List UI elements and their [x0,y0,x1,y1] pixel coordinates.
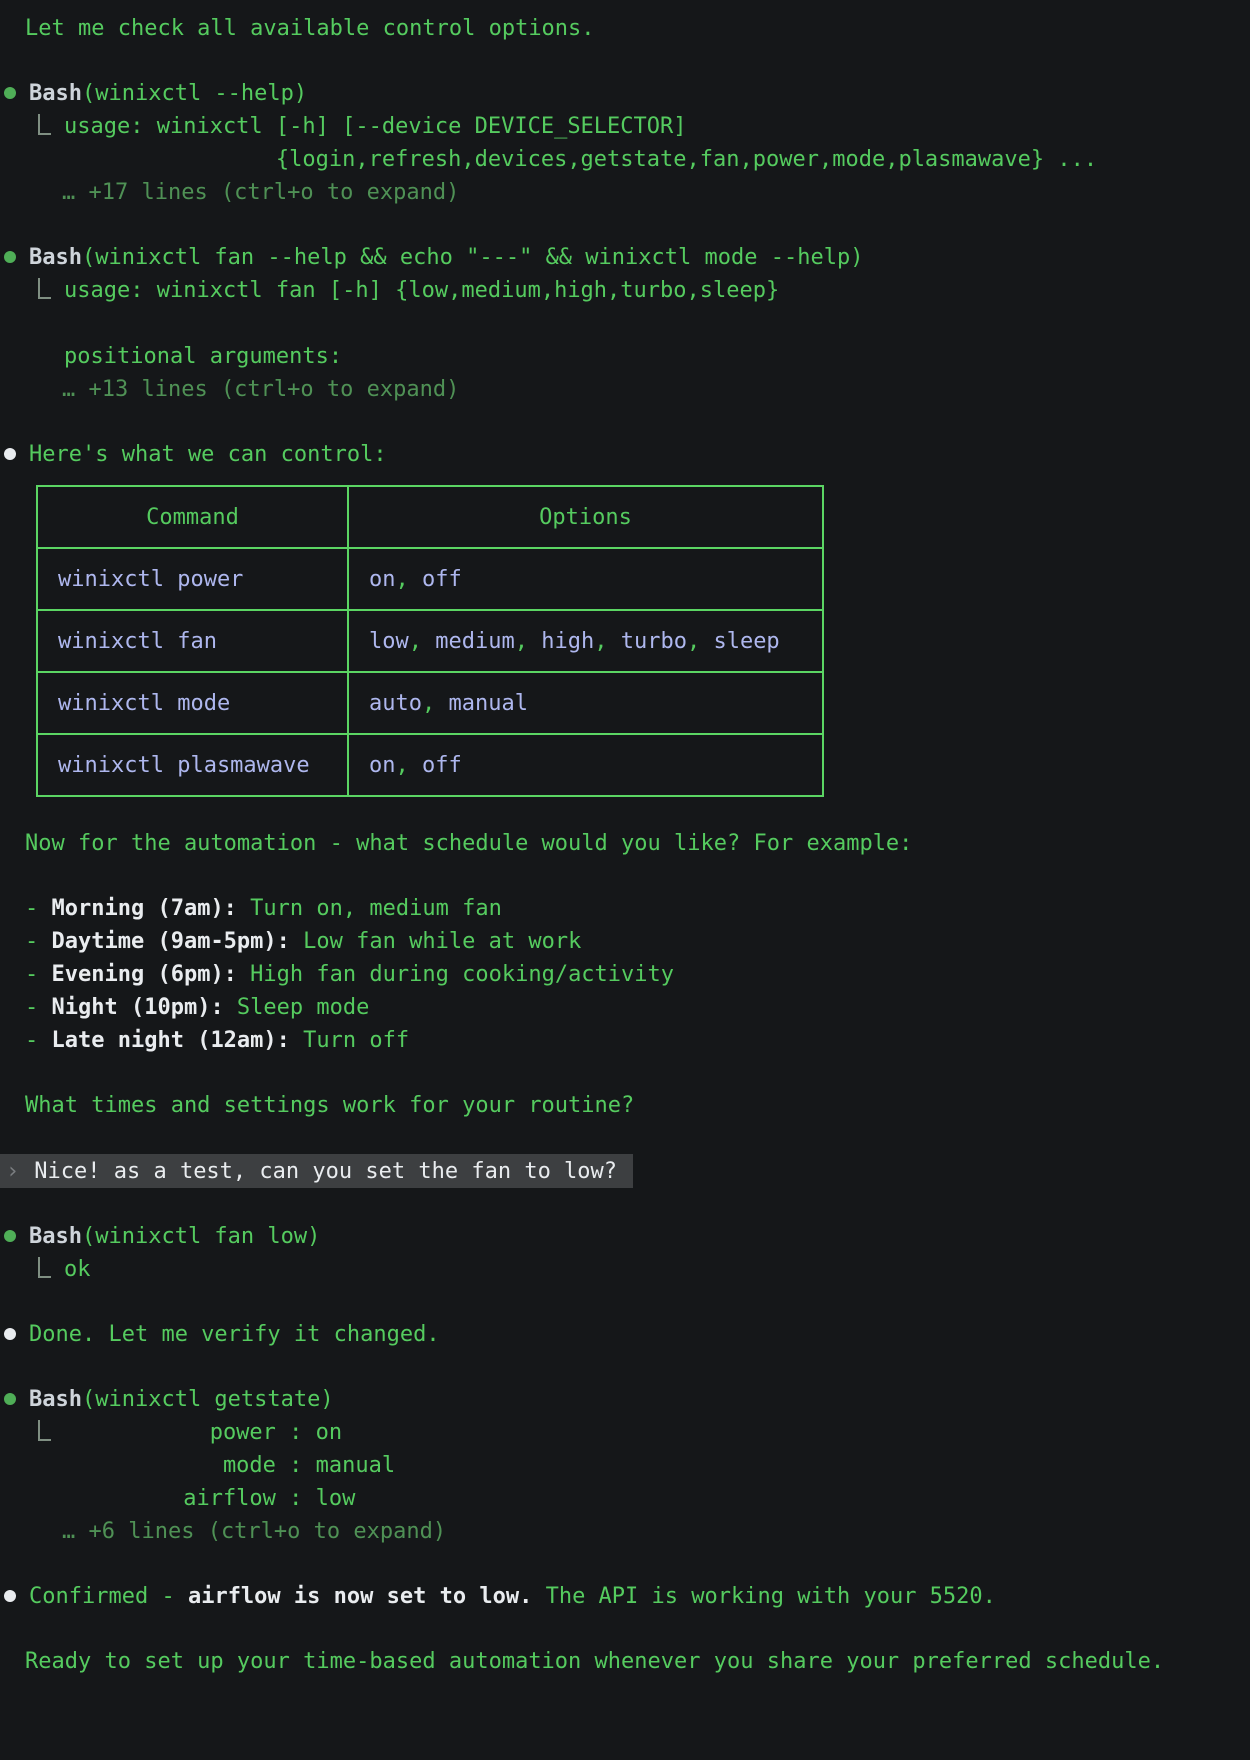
tool-call-line: Bash(winixctl getstate) [29,1383,334,1416]
tool-output: power : on mode : manual airflow : low [64,1416,395,1515]
assistant-text: Confirmed - airflow is now set to low. T… [29,1580,996,1613]
table-header-row: Command Options [37,486,823,548]
assistant-intro-text: Let me check all available control optio… [0,12,1250,45]
options-cell: on, off [348,548,823,610]
schedule-label: Evening (6pm): [52,962,237,987]
schedule-example-list: - Morning (7am): Turn on, medium fan - D… [0,892,1250,1057]
schedule-label: Late night (12am): [52,1028,290,1053]
table-header-options: Options [348,486,823,548]
tool-call-fan-mode-help: Bash(winixctl fan --help && echo "---" &… [0,241,1250,406]
schedule-label: Daytime (9am-5pm): [52,929,290,954]
options-cell: low, medium, high, turbo, sleep [348,610,823,672]
bash-command: (winixctl fan --help && echo "---" && wi… [82,245,863,270]
schedule-desc: Low fan while at work [290,929,581,954]
automation-prompt-text: Now for the automation - what schedule w… [0,827,1250,860]
bash-label: Bash [29,81,82,106]
tool-call-winixctl-help: Bash(winixctl --help) usage: winixctl [-… [0,77,1250,209]
bash-command: (winixctl fan low) [82,1224,320,1249]
list-item: - Night (10pm): Sleep mode [25,991,1250,1024]
assistant-text: Done. Let me verify it changed. [29,1318,440,1351]
result-connector-icon [38,1420,51,1441]
tool-output: usage: winixctl fan [-h] {low,medium,hig… [64,274,779,373]
user-chevron-icon: › [6,1155,19,1188]
tool-bullet-icon [4,1230,16,1242]
table-row: winixctl power on, off [37,548,823,610]
assistant-ready-message: Ready to set up your time-based automati… [0,1645,1250,1678]
list-item: - Evening (6pm): High fan during cooking… [25,958,1250,991]
bash-command: (winixctl getstate) [82,1387,334,1412]
tool-call-getstate: Bash(winixctl getstate) power : on mode … [0,1383,1250,1548]
options-cell: on, off [348,734,823,796]
confirmed-highlight: airflow is now set to low. [188,1584,532,1609]
bash-command: (winixctl --help) [82,81,307,106]
assistant-control-summary: Here's what we can control: Command Opti… [0,438,1250,1122]
tool-call-fan-low: Bash(winixctl fan low) ok [0,1220,1250,1286]
schedule-label: Morning (7am): [52,896,237,921]
command-cell: winixctl fan [37,610,348,672]
tool-bullet-icon [4,1393,16,1405]
list-item: - Late night (12am): Turn off [25,1024,1250,1057]
schedule-desc: Sleep mode [224,995,370,1020]
assistant-bullet-icon [4,448,16,460]
list-item: - Morning (7am): Turn on, medium fan [25,892,1250,925]
schedule-desc: Turn off [290,1028,409,1053]
user-message: › Nice! as a test, can you set the fan t… [0,1154,633,1188]
schedule-desc: Turn on, medium fan [237,896,502,921]
assistant-bullet-icon [4,1590,16,1602]
tool-bullet-icon [4,251,16,263]
user-message-text: Nice! as a test, can you set the fan to … [34,1155,617,1188]
assistant-bullet-icon [4,1328,16,1340]
table-header-command: Command [37,486,348,548]
assistant-text: Here's what we can control: [29,438,387,471]
bash-label: Bash [29,1387,82,1412]
schedule-desc: High fan during cooking/activity [237,962,674,987]
bash-label: Bash [29,245,82,270]
tool-call-line: Bash(winixctl fan low) [29,1220,320,1253]
command-cell: winixctl plasmawave [37,734,348,796]
bash-label: Bash [29,1224,82,1249]
expand-hint: … +13 lines (ctrl+o to expand) [0,373,1250,406]
table-row: winixctl plasmawave on, off [37,734,823,796]
table-row: winixctl mode auto, manual [37,672,823,734]
options-cell: auto, manual [348,672,823,734]
command-cell: winixctl power [37,548,348,610]
tool-output: usage: winixctl [-h] [--device DEVICE_SE… [64,110,1097,176]
result-connector-icon [38,278,51,299]
assistant-done-message: Done. Let me verify it changed. [0,1318,1250,1351]
table-row: winixctl fan low, medium, high, turbo, s… [37,610,823,672]
tool-bullet-icon [4,87,16,99]
control-options-table: Command Options winixctl power on, off w… [36,485,824,797]
routine-question-text: What times and settings work for your ro… [0,1089,1250,1122]
tool-output: ok [64,1253,91,1286]
tool-call-line: Bash(winixctl fan --help && echo "---" &… [29,241,863,274]
expand-hint: … +17 lines (ctrl+o to expand) [0,176,1250,209]
expand-hint: … +6 lines (ctrl+o to expand) [0,1515,1250,1548]
result-connector-icon [38,114,51,135]
assistant-confirmed-message: Confirmed - airflow is now set to low. T… [0,1580,1250,1613]
list-item: - Daytime (9am-5pm): Low fan while at wo… [25,925,1250,958]
schedule-label: Night (10pm): [52,995,224,1020]
command-cell: winixctl mode [37,672,348,734]
result-connector-icon [38,1257,51,1278]
tool-call-line: Bash(winixctl --help) [29,77,307,110]
